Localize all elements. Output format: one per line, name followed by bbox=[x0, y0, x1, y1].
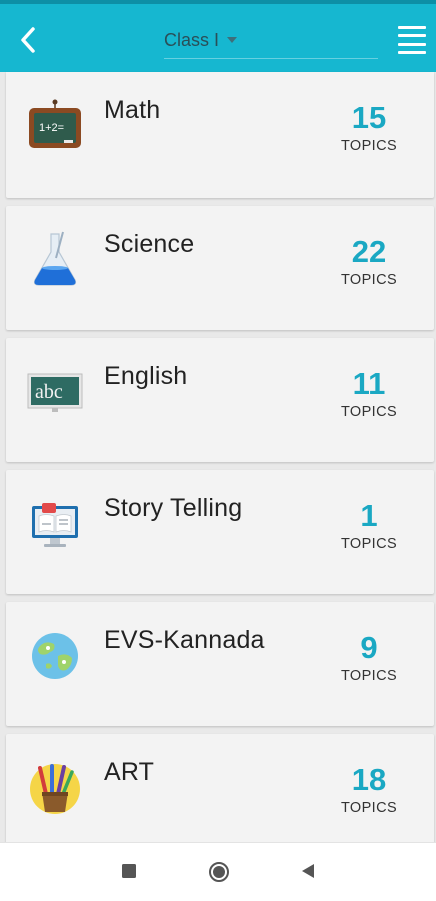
top-app-bar: Class I bbox=[0, 0, 436, 72]
home-button[interactable] bbox=[208, 861, 230, 888]
class-selector-value: Class I bbox=[164, 29, 220, 50]
topic-count: 9 bbox=[360, 630, 378, 665]
topic-count: 18 bbox=[351, 762, 387, 797]
topic-count: 1 bbox=[360, 498, 378, 533]
subject-title: English bbox=[104, 362, 188, 390]
svg-text:1+2=: 1+2= bbox=[39, 122, 64, 134]
subject-card-math[interactable]: 1+2= Math 15 TOPICS bbox=[6, 72, 434, 198]
system-navigation-bar bbox=[0, 842, 436, 901]
topic-count: 11 bbox=[352, 366, 386, 401]
topic-count: 22 bbox=[351, 234, 387, 269]
svg-text:abc: abc bbox=[35, 381, 63, 403]
topics-label: TOPICS bbox=[340, 800, 398, 816]
monitor-book-icon bbox=[26, 494, 84, 552]
class-selector-dropdown[interactable]: Class I bbox=[164, 22, 378, 59]
topics-label: TOPICS bbox=[340, 138, 398, 154]
square-icon bbox=[122, 864, 136, 878]
chevron-down-icon bbox=[227, 37, 238, 43]
system-back-button[interactable] bbox=[300, 863, 316, 884]
subject-title: Story Telling bbox=[104, 494, 243, 522]
menu-button[interactable] bbox=[398, 26, 426, 54]
subject-list: 1+2= Math 15 TOPICS Science 22 TOPICS ab… bbox=[6, 72, 434, 866]
recents-button[interactable] bbox=[121, 863, 137, 884]
subject-card-art[interactable]: ART 18 TOPICS bbox=[6, 734, 434, 858]
paint-brushes-icon bbox=[26, 758, 84, 816]
topics-label: TOPICS bbox=[340, 536, 398, 552]
globe-icon bbox=[26, 626, 84, 684]
circle-icon bbox=[209, 862, 229, 882]
flask-icon bbox=[26, 230, 84, 288]
back-button[interactable] bbox=[12, 22, 44, 58]
topics-label: TOPICS bbox=[340, 404, 398, 420]
topics-label: TOPICS bbox=[340, 272, 398, 288]
subject-title: Math bbox=[104, 96, 161, 124]
subject-card-science[interactable]: Science 22 TOPICS bbox=[6, 206, 434, 330]
chevron-left-icon bbox=[21, 27, 35, 53]
subject-card-evs-kannada[interactable]: EVS-Kannada 9 TOPICS bbox=[6, 602, 434, 726]
subject-title: Science bbox=[104, 230, 195, 258]
topics-label: TOPICS bbox=[340, 668, 398, 684]
subject-card-story-telling[interactable]: Story Telling 1 TOPICS bbox=[6, 470, 434, 594]
topic-count: 15 bbox=[351, 100, 387, 135]
hamburger-menu-icon bbox=[398, 26, 426, 29]
subject-title: EVS-Kannada bbox=[104, 626, 265, 654]
chalkboard-math-icon: 1+2= bbox=[26, 96, 84, 154]
subject-card-english[interactable]: abc English 11 TOPICS bbox=[6, 338, 434, 462]
triangle-back-icon bbox=[302, 864, 314, 878]
subject-title: ART bbox=[104, 758, 155, 786]
abc-board-icon: abc bbox=[26, 362, 84, 420]
